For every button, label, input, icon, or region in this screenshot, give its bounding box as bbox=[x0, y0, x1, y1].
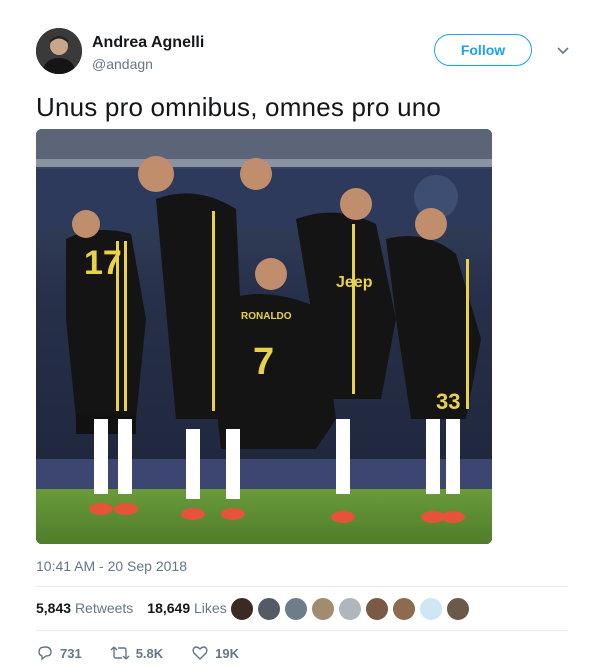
tweet-photo[interactable]: 17 7 RONALDO Jeep 33 bbox=[36, 129, 492, 544]
likes-stat[interactable]: 18,649 Likes bbox=[147, 600, 226, 616]
liker-avatar[interactable] bbox=[230, 597, 254, 621]
likes-label: Likes bbox=[194, 600, 227, 616]
retweets-count: 5,843 bbox=[36, 600, 72, 616]
liker-avatar[interactable] bbox=[446, 597, 470, 621]
jersey-number-17: 17 bbox=[84, 244, 122, 282]
reply-count: 731 bbox=[60, 645, 82, 661]
sponsor-logo: Jeep bbox=[336, 274, 373, 291]
author-avatar[interactable] bbox=[36, 28, 82, 74]
like-icon bbox=[191, 644, 209, 662]
like-button[interactable]: 19K bbox=[191, 644, 239, 662]
liker-avatar[interactable] bbox=[392, 597, 416, 621]
tweet-text: Unus pro omnibus, omnes pro uno bbox=[36, 92, 442, 122]
liker-avatar[interactable] bbox=[284, 597, 308, 621]
engagement-stats: 5,843 Retweets 18,649 Likes bbox=[36, 600, 227, 616]
jersey-number-33: 33 bbox=[436, 389, 460, 414]
tweet-actions: 731 5.8K 19K bbox=[36, 644, 239, 662]
tweet-timestamp[interactable]: 10:41 AM - 20 Sep 2018 bbox=[36, 558, 187, 574]
divider bbox=[36, 630, 568, 631]
like-count: 19K bbox=[215, 645, 240, 661]
chevron-down-icon[interactable] bbox=[556, 44, 570, 58]
author-handle[interactable]: @andagn bbox=[92, 56, 153, 72]
retweets-stat[interactable]: 5,843 Retweets bbox=[36, 600, 133, 616]
liker-avatar[interactable] bbox=[338, 597, 362, 621]
reply-button[interactable]: 731 bbox=[36, 644, 82, 662]
tweet-header: Andrea Agnelli @andagn Follow bbox=[36, 28, 576, 80]
retweet-icon bbox=[110, 644, 130, 662]
liker-avatar[interactable] bbox=[257, 597, 281, 621]
author-name[interactable]: Andrea Agnelli bbox=[92, 34, 204, 52]
jersey-name: RONALDO bbox=[241, 311, 292, 322]
retweet-count: 5.8K bbox=[135, 645, 164, 661]
divider bbox=[36, 586, 568, 587]
jersey-number-7: 7 bbox=[253, 341, 274, 383]
liker-avatar[interactable] bbox=[311, 597, 335, 621]
reply-icon bbox=[36, 644, 54, 662]
likes-count: 18,649 bbox=[147, 600, 191, 616]
retweets-label: Retweets bbox=[74, 600, 134, 616]
liker-avatar[interactable] bbox=[365, 597, 389, 621]
liker-avatars bbox=[230, 597, 470, 621]
follow-button[interactable]: Follow bbox=[434, 34, 532, 66]
liker-avatar[interactable] bbox=[419, 597, 443, 621]
retweet-button[interactable]: 5.8K bbox=[110, 644, 163, 662]
